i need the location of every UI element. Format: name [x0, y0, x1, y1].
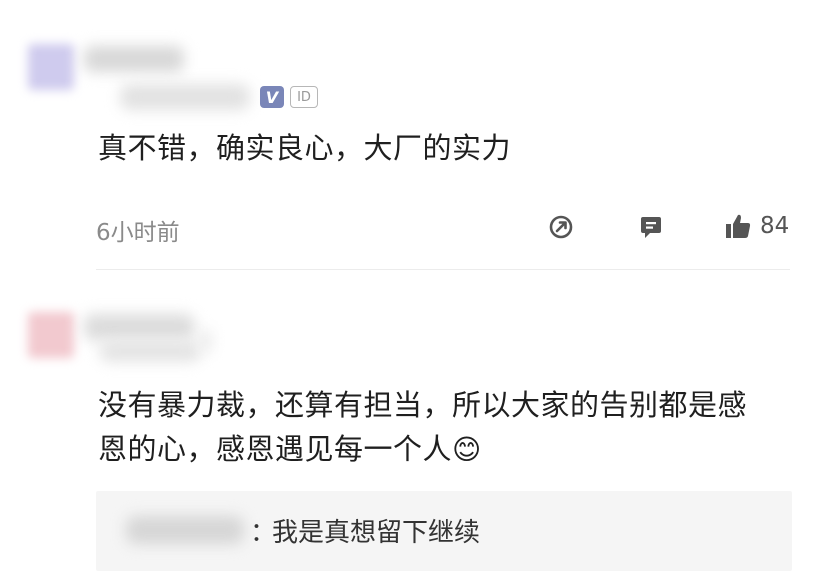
username-redacted [84, 46, 184, 72]
avatar[interactable] [28, 312, 74, 358]
comment-time: 6小时前 [96, 220, 180, 246]
user-subtitle-redacted [120, 84, 250, 110]
badge-redacted [198, 330, 212, 352]
comment-text: 真不错，确实良心，大厂的实力 [98, 131, 512, 165]
divider [96, 269, 790, 270]
id-badge: ID [290, 86, 318, 108]
like-count: 84 [760, 213, 790, 239]
thumbs-up-icon [726, 214, 751, 238]
share-button[interactable] [548, 214, 574, 240]
smile-emoji-icon: 😊 [452, 433, 482, 466]
verified-badge: V [260, 86, 284, 108]
share-icon [549, 215, 573, 239]
comment-text-line-1: 没有暴力裁，还算有担当，所以大家的告别都是感 [98, 388, 748, 422]
like-button[interactable]: 84 [724, 212, 789, 240]
avatar[interactable] [28, 44, 74, 90]
user-subtitle-redacted [100, 340, 200, 362]
comment-button[interactable] [638, 214, 664, 240]
username-redacted [84, 314, 194, 340]
comment-icon [641, 217, 661, 238]
reply-username-redacted [126, 516, 244, 544]
comment-text-line-2: 恩的心，感恩遇见每一个人😊 [98, 432, 482, 466]
reply-text: 我是真想留下继续 [272, 518, 481, 548]
